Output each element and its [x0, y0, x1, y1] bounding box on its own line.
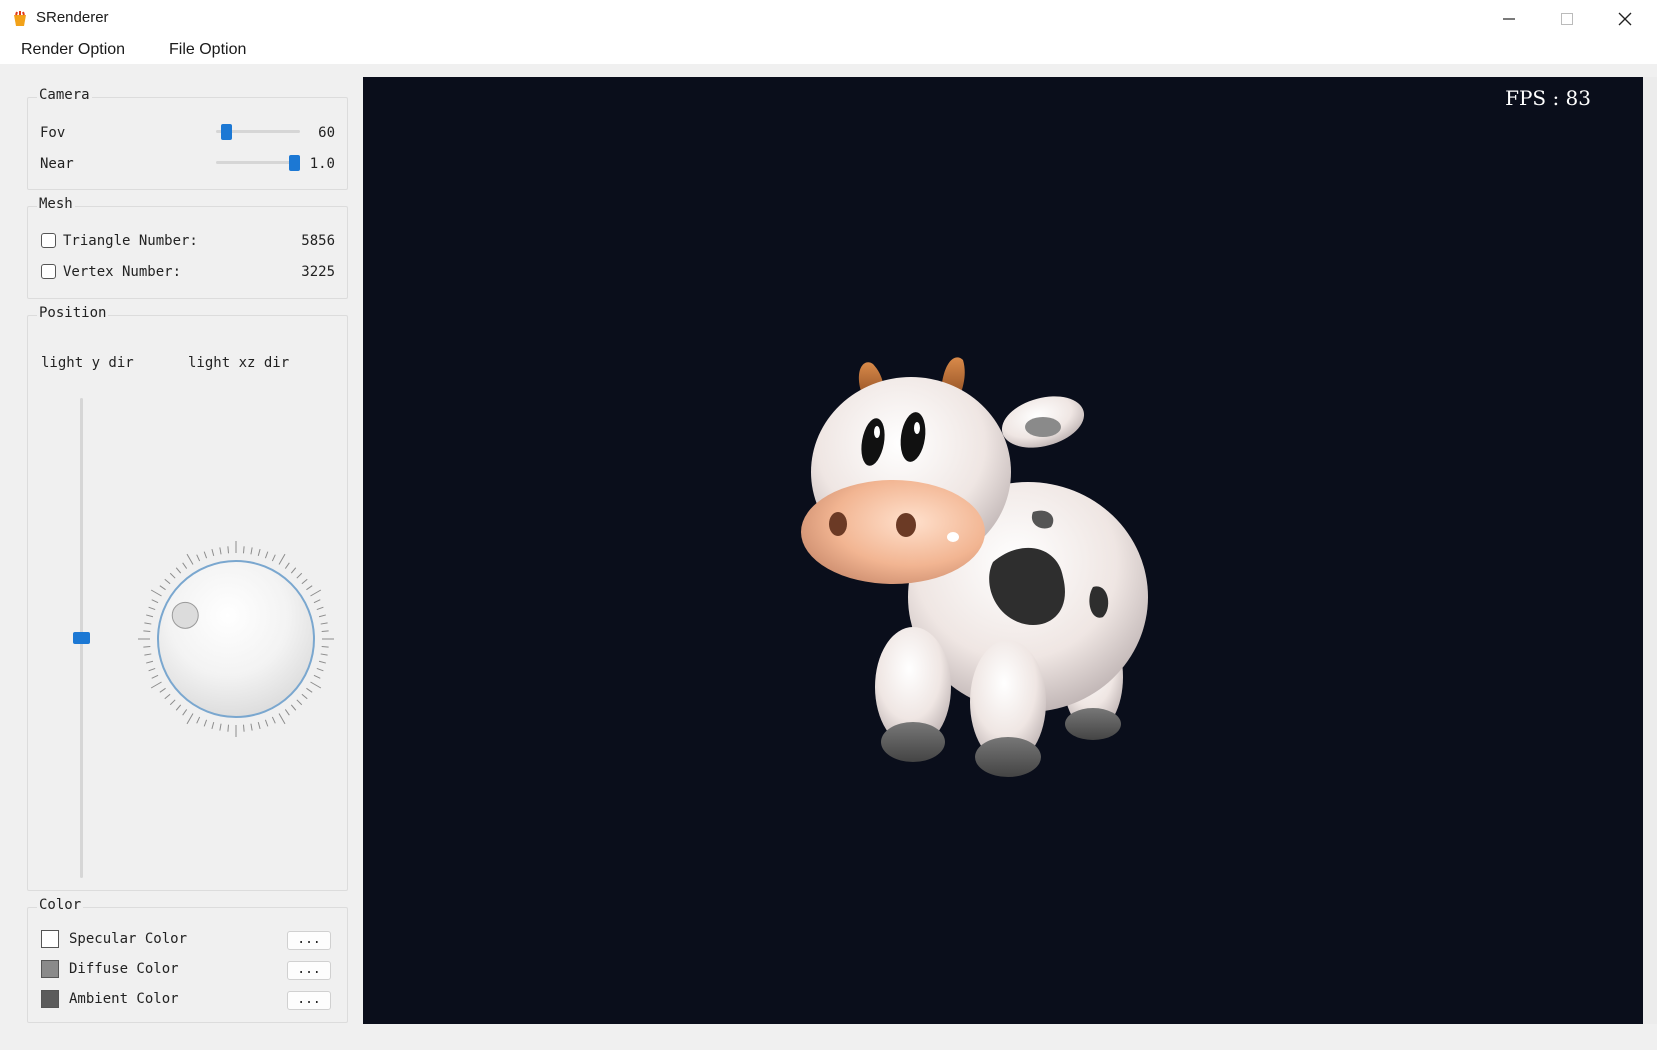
- vertex-number-value: 3225: [301, 264, 335, 280]
- ambient-color-label: Ambient Color: [69, 991, 179, 1007]
- menu-bar: Render Option File Option: [0, 38, 1657, 64]
- minimize-button[interactable]: [1480, 0, 1538, 38]
- maximize-button[interactable]: [1538, 0, 1596, 38]
- position-group-title: Position: [37, 305, 109, 321]
- camera-group: Camera Fov 60 Near 1.0: [27, 87, 348, 190]
- fov-slider[interactable]: [216, 122, 300, 142]
- ambient-color-button[interactable]: ...: [287, 991, 331, 1010]
- near-value: 1.0: [309, 156, 335, 172]
- camera-group-title: Camera: [37, 87, 92, 103]
- vertex-number-label: Vertex Number:: [63, 264, 182, 280]
- position-group: Position light y dir light xz dir: [27, 305, 348, 891]
- maximize-icon: [1561, 13, 1573, 25]
- mesh-group: Mesh Triangle Number: 5856 Vertex Number…: [27, 196, 348, 299]
- cow-model: [801, 357, 1148, 777]
- window-title: SRenderer: [36, 9, 109, 26]
- specular-color-swatch: [41, 930, 59, 948]
- near-slider[interactable]: [216, 153, 300, 173]
- fov-slider-handle[interactable]: [221, 124, 233, 140]
- diffuse-color-swatch: [41, 960, 59, 978]
- specular-color-label: Specular Color: [69, 931, 188, 947]
- color-group-title: Color: [37, 897, 84, 913]
- viewport-edge: [1643, 77, 1657, 1024]
- fps-counter: FPS : 83: [1505, 86, 1591, 110]
- triangle-number-value: 5856: [301, 233, 335, 249]
- diffuse-color-label: Diffuse Color: [69, 961, 179, 977]
- dial-notch[interactable]: [171, 601, 199, 629]
- render-viewport[interactable]: FPS : 83: [363, 77, 1643, 1024]
- light-y-slider-handle[interactable]: [73, 632, 90, 644]
- vertex-number-checkbox[interactable]: [41, 264, 56, 279]
- ambient-color-swatch: [41, 990, 59, 1008]
- title-bar: SRenderer: [0, 0, 1657, 39]
- menu-render-option[interactable]: Render Option: [21, 41, 125, 59]
- triangle-number-checkbox[interactable]: [41, 233, 56, 248]
- close-button[interactable]: [1596, 0, 1654, 38]
- mesh-group-title: Mesh: [37, 196, 75, 212]
- menu-file-option[interactable]: File Option: [169, 41, 246, 59]
- light-xz-dial[interactable]: [136, 539, 336, 739]
- fov-label: Fov: [40, 125, 66, 141]
- triangle-number-label: Triangle Number:: [63, 233, 198, 249]
- dial-knob[interactable]: [157, 560, 315, 718]
- near-label: Near: [40, 156, 74, 172]
- app-icon: [14, 11, 26, 26]
- light-xz-dir-label: light xz dir: [188, 355, 290, 371]
- light-y-dir-label: light y dir: [41, 355, 134, 371]
- minimize-icon: [1503, 18, 1515, 20]
- fov-value: 60: [318, 125, 335, 141]
- specular-color-button[interactable]: ...: [287, 931, 331, 950]
- diffuse-color-button[interactable]: ...: [287, 961, 331, 980]
- near-slider-handle[interactable]: [289, 155, 300, 171]
- close-icon: [1618, 12, 1632, 26]
- color-group: Color Specular Color ... Diffuse Color .…: [27, 897, 348, 1023]
